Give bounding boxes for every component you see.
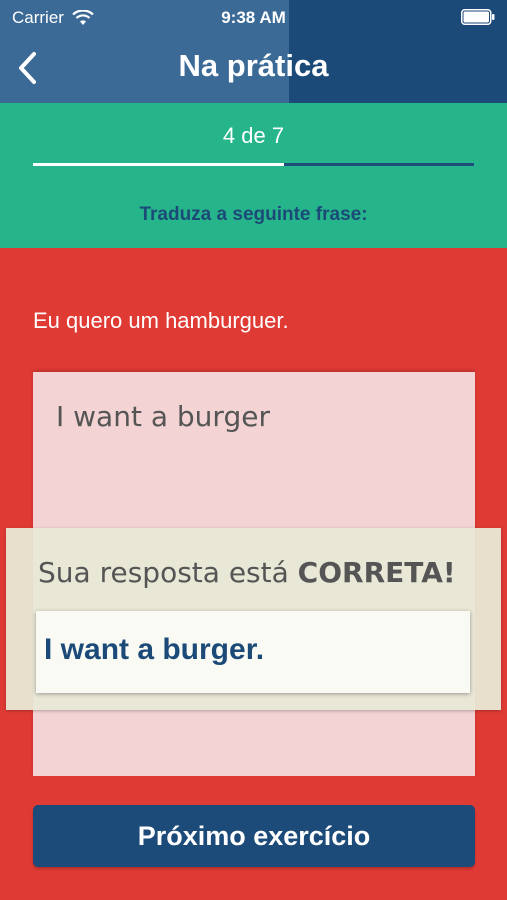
progress-header: 4 de 7 Traduza a seguinte frase: (0, 103, 507, 248)
answer-input-value: I want a burger (56, 400, 270, 433)
feedback-message-text: Sua resposta está (38, 556, 298, 589)
battery-icon (461, 9, 495, 25)
page-title: Na prática (178, 48, 329, 83)
feedback-panel: Sua resposta está CORRETA! I want a burg… (6, 528, 501, 710)
feedback-status: CORRETA! (297, 556, 456, 589)
instruction-text: Traduza a seguinte frase: (139, 204, 368, 225)
correct-answer-text: I want a burger. (44, 633, 265, 666)
status-time: 9:38 AM (221, 8, 286, 27)
progress-counter: 4 de 7 (222, 123, 285, 148)
correct-answer-box: I want a burger. (36, 611, 470, 693)
feedback-message: Sua resposta está CORRETA! (38, 556, 456, 589)
progress-bar (33, 163, 474, 166)
source-sentence: Eu quero um hamburguer. (33, 308, 289, 333)
next-exercise-button[interactable]: Próximo exercício (33, 805, 475, 867)
status-bar: Carrier 9:38 AM (0, 0, 507, 36)
progress-bar-fill (33, 163, 285, 166)
